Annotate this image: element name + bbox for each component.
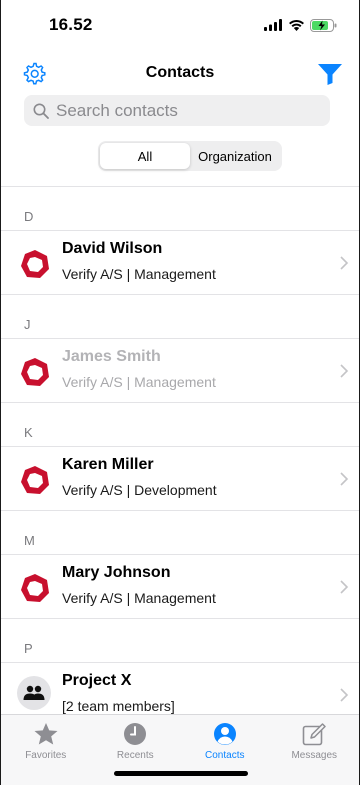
- wifi-icon: [289, 19, 304, 31]
- compose-icon: [302, 723, 326, 746]
- star-icon: [34, 723, 58, 745]
- status-icons: [264, 18, 337, 32]
- verify-logo-icon: [21, 466, 49, 494]
- contact-name: James Smith: [62, 348, 161, 365]
- verify-logo-icon: [21, 358, 49, 386]
- chevron-right-icon: [340, 688, 349, 702]
- contact-text: Project X [2 team members]: [62, 671, 175, 714]
- tab-messages[interactable]: Messages: [270, 715, 360, 765]
- contact-subtitle: Verify A/S | Development: [62, 482, 217, 498]
- people-icon: [23, 685, 45, 700]
- clock-icon: [124, 723, 147, 745]
- contact-row-david-wilson[interactable]: David Wilson Verify A/S | Management: [1, 230, 359, 295]
- contacts-list[interactable]: D David Wilson Verify A/S | Management J…: [1, 186, 359, 714]
- contact-name: Karen Miller: [62, 456, 154, 473]
- segment-all[interactable]: All: [100, 143, 190, 169]
- section-header-p: P: [1, 619, 359, 662]
- person-circle-icon: [213, 723, 236, 745]
- tab-recents[interactable]: Recents: [91, 715, 181, 765]
- search-bar[interactable]: [24, 95, 330, 126]
- contact-text: Karen Miller Verify A/S | Development: [62, 455, 217, 499]
- search-input[interactable]: [56, 100, 316, 121]
- tab-label: Favorites: [25, 750, 67, 761]
- scope-segmented-control: All Organization: [98, 141, 282, 171]
- contact-subtitle: Verify A/S | Management: [62, 590, 216, 606]
- tab-label: Messages: [291, 750, 338, 761]
- chevron-right-icon: [340, 256, 349, 270]
- verify-logo-icon: [21, 574, 49, 602]
- section-header-j: J: [1, 295, 359, 338]
- tab-favorites[interactable]: Favorites: [1, 715, 91, 765]
- filter-icon[interactable]: [317, 61, 343, 87]
- section-header-d: D: [1, 187, 359, 230]
- navigation-bar: Contacts: [1, 56, 359, 90]
- contact-row-james-smith[interactable]: James Smith Verify A/S | Management: [1, 338, 359, 403]
- home-indicator[interactable]: [114, 771, 248, 776]
- contact-name: Project X: [62, 672, 132, 689]
- contact-name: Mary Johnson: [62, 564, 171, 581]
- status-bar: 16.52: [1, 0, 359, 50]
- tab-label: Recents: [116, 750, 154, 761]
- contact-subtitle: Verify A/S | Management: [62, 266, 216, 282]
- signal-icon: [264, 19, 282, 31]
- contact-text: Mary Johnson Verify A/S | Management: [62, 563, 216, 607]
- search-icon: [33, 103, 49, 119]
- chevron-right-icon: [340, 580, 349, 594]
- verify-logo-icon: [21, 250, 49, 278]
- chevron-right-icon: [340, 472, 349, 486]
- contacts-screen: 16.52 Contacts Search contacts All Organ…: [0, 0, 360, 785]
- contact-row-karen-miller[interactable]: Karen Miller Verify A/S | Development: [1, 446, 359, 511]
- status-time: 16.52: [49, 15, 93, 34]
- chevron-right-icon: [340, 364, 349, 378]
- page-title: Contacts: [145, 64, 215, 81]
- section-header-m: M: [1, 511, 359, 554]
- contact-row-project-x[interactable]: Project X [2 team members]: [1, 662, 359, 714]
- contact-row-mary-johnson[interactable]: Mary Johnson Verify A/S | Management: [1, 554, 359, 619]
- contact-text: David Wilson Verify A/S | Management: [62, 239, 216, 283]
- contact-text: James Smith Verify A/S | Management: [62, 347, 216, 391]
- segment-organization[interactable]: Organization: [190, 143, 280, 169]
- tab-bar: Favorites Recents Contacts Messages: [1, 714, 359, 785]
- tabs: Favorites Recents Contacts Messages: [1, 715, 359, 765]
- tab-contacts[interactable]: Contacts: [180, 715, 270, 765]
- settings-gear-icon[interactable]: [21, 60, 47, 86]
- contact-name: David Wilson: [62, 240, 163, 257]
- tab-label: Contacts: [205, 750, 245, 761]
- battery-charging-icon: [310, 18, 337, 32]
- contact-subtitle: Verify A/S | Management: [62, 374, 216, 390]
- group-avatar: [17, 676, 51, 710]
- contact-subtitle: [2 team members]: [62, 698, 175, 714]
- section-header-k: K: [1, 403, 359, 446]
